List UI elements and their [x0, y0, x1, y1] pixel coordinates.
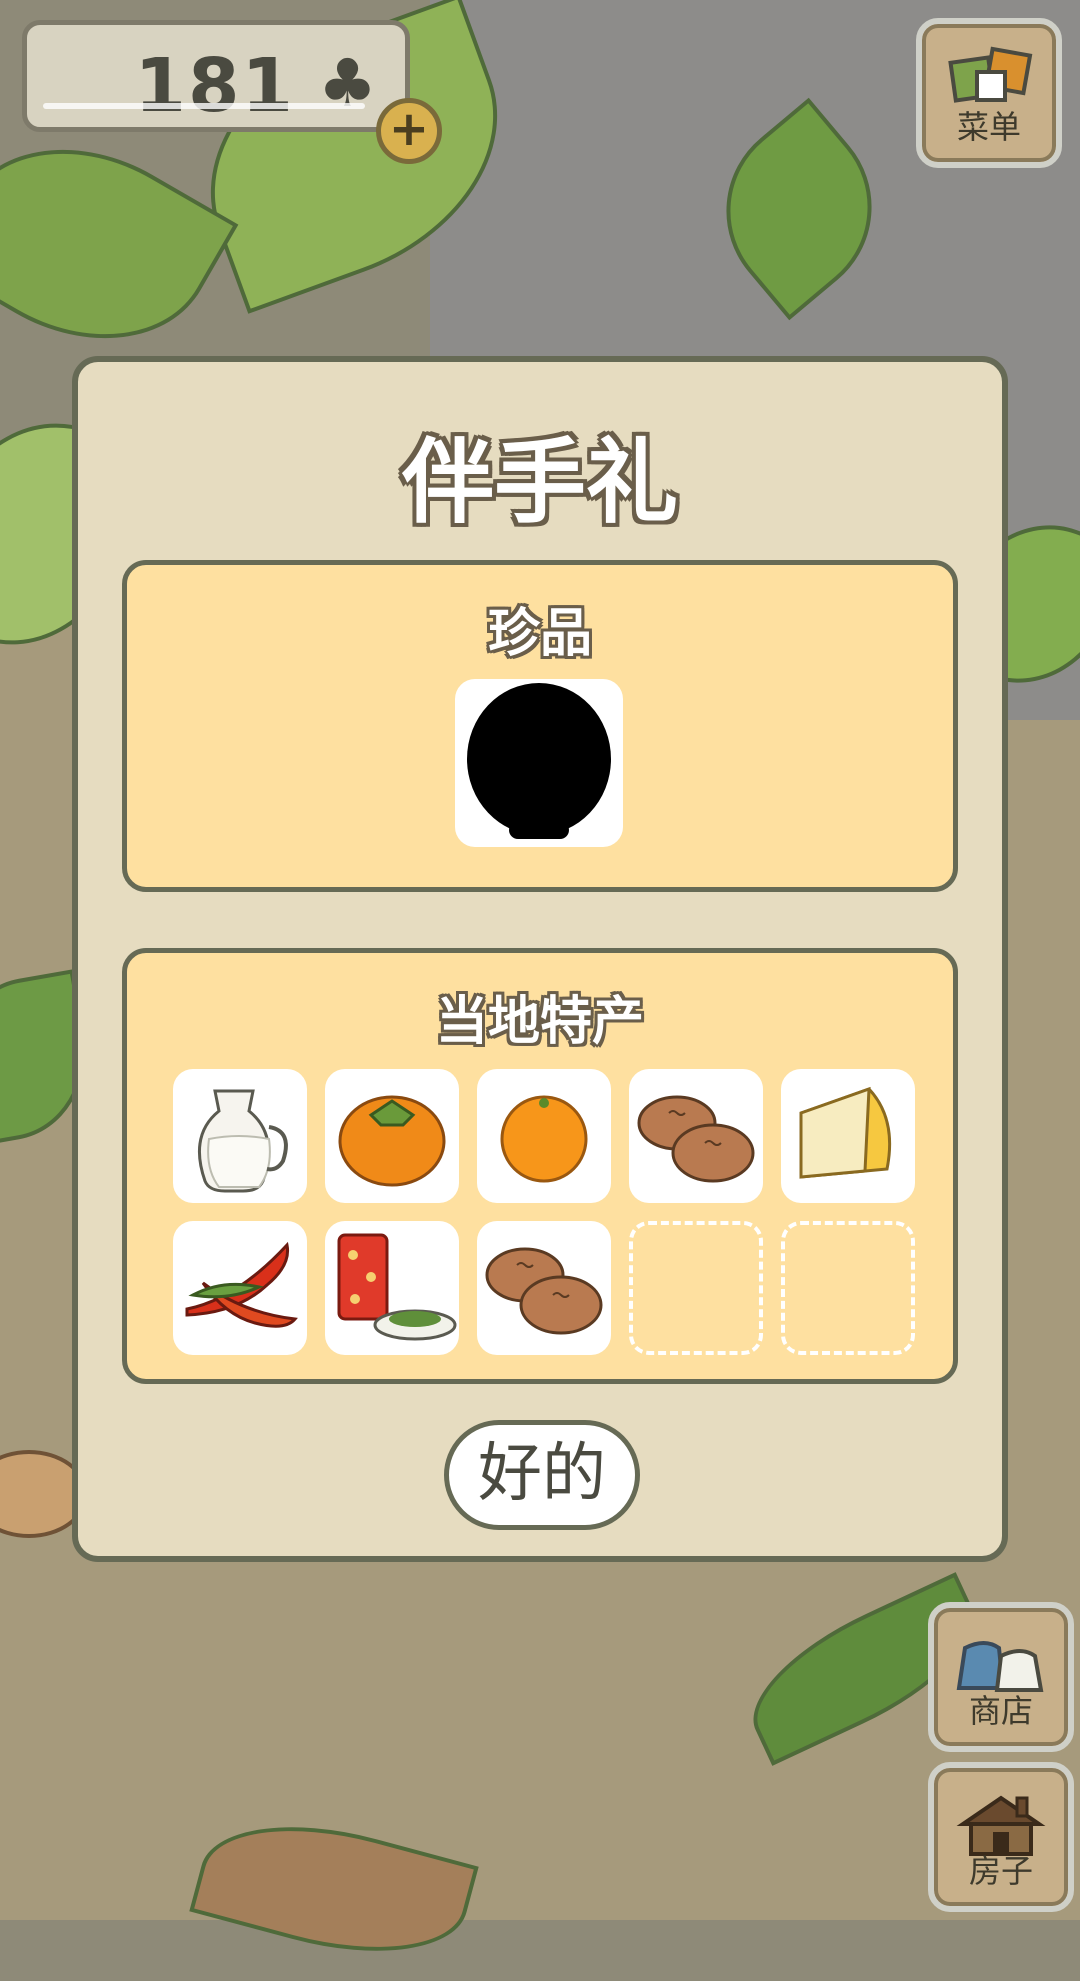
orange-icon [500, 1095, 588, 1183]
clover-icon: ♣ [317, 45, 377, 122]
ok-button[interactable]: 好的 [444, 1420, 640, 1530]
item-slot[interactable] [325, 1069, 459, 1203]
chili-peppers-icon [185, 1241, 298, 1328]
souvenir-dialog: 伴手礼 珍品 当地特产 好的 [72, 356, 1008, 1562]
item-slot[interactable] [629, 1069, 763, 1203]
unknown-silhouette-icon [467, 683, 611, 839]
steamed-buns-icon [637, 1095, 755, 1183]
rare-section-title: 珍品 [487, 604, 592, 664]
currency-value: 181 [134, 43, 295, 129]
menu-label: 菜单 [956, 108, 1021, 146]
steamed-buns-icon [485, 1247, 603, 1335]
rare-items-panel: 珍品 [122, 560, 958, 892]
rare-item-slot[interactable] [455, 679, 623, 847]
house-button[interactable]: 房子 [928, 1762, 1074, 1912]
shop-label: 商店 [968, 1692, 1033, 1730]
milk-jug-icon [198, 1089, 288, 1193]
leaf-decoration [0, 100, 239, 388]
house-label: 房子 [968, 1852, 1033, 1890]
item-slot[interactable] [173, 1221, 307, 1355]
local-specialties-panel: 当地特产 [122, 948, 958, 1384]
add-currency-button[interactable]: + [376, 98, 442, 164]
item-slot[interactable] [325, 1221, 459, 1355]
cheese-icon [799, 1086, 892, 1179]
persimmon-icon [338, 1095, 446, 1187]
empty-item-slot [629, 1221, 763, 1355]
currency-display: 181 ♣ [22, 20, 410, 132]
item-slot[interactable] [781, 1069, 915, 1203]
dialog-title: 伴手礼 [401, 429, 678, 536]
item-slot[interactable] [477, 1221, 611, 1355]
plus-icon: + [388, 101, 430, 157]
tea-can-icon [337, 1233, 457, 1341]
shop-button[interactable]: 商店 [928, 1602, 1074, 1752]
item-slot[interactable] [173, 1069, 307, 1203]
menu-button[interactable]: 菜单 [916, 18, 1062, 168]
empty-item-slot [781, 1221, 915, 1355]
item-slot[interactable] [477, 1069, 611, 1203]
currency-underline [43, 103, 365, 109]
local-section-title: 当地特产 [435, 992, 644, 1052]
